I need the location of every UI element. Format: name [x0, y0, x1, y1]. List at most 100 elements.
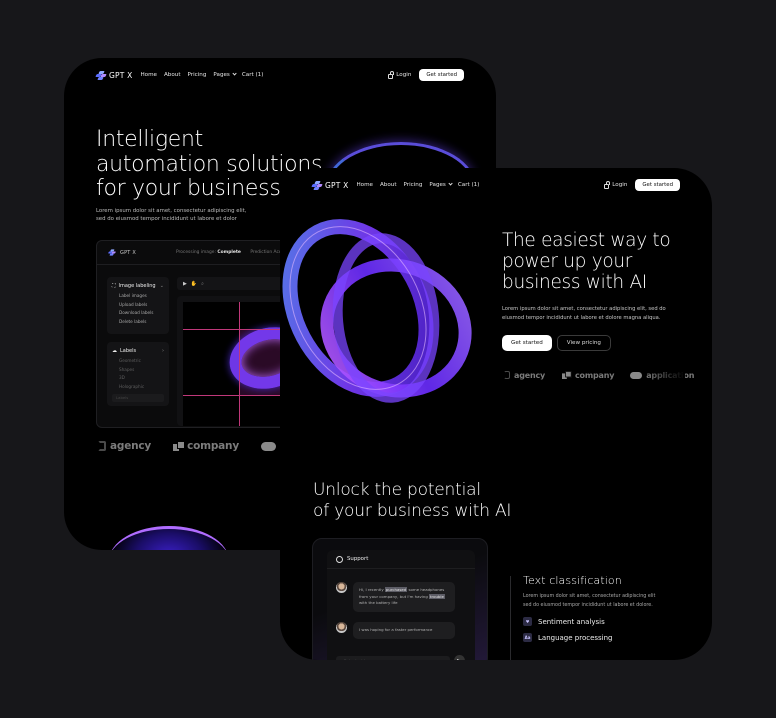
- highlighted-word: purchased: [384, 587, 408, 592]
- avatar: [336, 582, 347, 593]
- chat-bubble-icon: [336, 555, 343, 563]
- hero-get-started-button[interactable]: Get started: [502, 335, 552, 351]
- hero-section: The easiest way to power up your busines…: [502, 230, 680, 351]
- label-item[interactable]: Holographic: [112, 383, 164, 392]
- get-started-button[interactable]: Get started: [419, 69, 464, 81]
- hero-subtitle: Lorem ipsum dolor sit amet, consectetur …: [96, 207, 246, 223]
- nav-link-about[interactable]: About: [380, 182, 397, 188]
- partner-logo-company: company: [173, 440, 239, 452]
- login-label: Login: [396, 72, 412, 78]
- company-logo-icon: [173, 441, 186, 451]
- login-link[interactable]: Login: [388, 71, 412, 79]
- label-item[interactable]: Geometric: [112, 357, 164, 366]
- feature-text-classification: Text classification Lorem ipsum dolor si…: [523, 574, 693, 642]
- panel-title: Image labeling: [118, 283, 156, 289]
- brand-name: GPT X: [325, 180, 349, 190]
- hand-icon[interactable]: ✋: [191, 281, 197, 287]
- heart-icon: ♥: [523, 617, 532, 626]
- cloud-logo-icon: [630, 371, 643, 379]
- logo-mark-icon: [311, 180, 323, 190]
- partner-name: company: [575, 370, 615, 380]
- menu-item-download-labels[interactable]: Download labels: [112, 309, 164, 318]
- nav-link-pricing[interactable]: Pricing: [404, 182, 423, 188]
- top-nav: GPT X Home About Pricing Pages Cart (1) …: [311, 178, 680, 192]
- hero-cta-row: Get started View pricing: [502, 335, 680, 351]
- label-item[interactable]: 3D: [112, 374, 164, 383]
- logo-fade-overlay: [645, 363, 685, 385]
- panel-header[interactable]: ⛶ Image labeling ⌄: [112, 283, 164, 289]
- panel-header[interactable]: ☁ Labels ›: [112, 348, 164, 354]
- text-size-icon: Aa: [523, 633, 532, 642]
- nav-link-cart[interactable]: Cart (1): [458, 182, 480, 188]
- status-label: Processing image:: [175, 250, 216, 255]
- chat-message: I was hoping for a faster performance: [336, 622, 455, 639]
- nav-link-pages[interactable]: Pages: [213, 71, 237, 78]
- chevron-down-icon: [232, 71, 237, 76]
- feature-item-label: Sentiment analysis: [538, 617, 605, 626]
- section-title-line: of your business with AI: [313, 500, 512, 521]
- get-started-button[interactable]: Get started: [635, 179, 680, 191]
- hero-title-line: power up your: [502, 251, 633, 272]
- chat-header: Support: [327, 550, 475, 569]
- feature-description: Lorem ipsum dolor sit amet, consectetur …: [523, 593, 693, 610]
- feature-item-sentiment: ♥ Sentiment analysis: [523, 617, 693, 626]
- zoom-icon[interactable]: ⌕: [201, 281, 204, 287]
- brand-logo[interactable]: GPT X: [95, 70, 133, 80]
- section-title: Unlock the potential of your business wi…: [313, 480, 511, 521]
- nav-link-pages-label: Pages: [213, 72, 230, 78]
- guide-line: [239, 302, 240, 426]
- decorative-orb: [109, 526, 229, 550]
- nav-link-pages[interactable]: Pages: [429, 181, 453, 188]
- brand-logo[interactable]: GPT X: [311, 180, 349, 190]
- top-nav: GPT X Home About Pricing Pages Cart (1) …: [95, 68, 464, 82]
- hero-subtitle-line: Lorem ipsum dolor sit amet, consectetur …: [502, 306, 666, 312]
- partner-name: agency: [514, 370, 546, 380]
- nav-link-pages-label: Pages: [429, 182, 446, 188]
- agency-logo-icon: [98, 441, 106, 451]
- section-title-line: Unlock the potential: [313, 480, 481, 500]
- nav-link-home[interactable]: Home: [356, 182, 373, 188]
- hero-subtitle-line: sed do eiusmod tempor incididunt ut labo…: [96, 216, 237, 222]
- pointer-icon[interactable]: ▶: [183, 281, 187, 287]
- panel-title: Labels: [120, 348, 137, 354]
- hero-title-line: business with AI: [502, 272, 647, 293]
- feature-item-label: Language processing: [538, 633, 613, 642]
- chat-message: Hi, I recently purchased some headphones…: [336, 582, 455, 612]
- chat-input[interactable]: Enter text here...: [336, 656, 450, 660]
- chat-title: Support: [347, 556, 369, 562]
- landing-page-preview-front: GPT X Home About Pricing Pages Cart (1) …: [280, 168, 712, 660]
- hero-subtitle-line: Lorem ipsum dolor sit amet, consectetur …: [96, 208, 247, 214]
- partner-name: agency: [110, 440, 152, 452]
- hero-subtitle-line: eiusmod tempor incididunt ut labore et d…: [502, 314, 661, 321]
- partner-logo-agency: agency: [504, 371, 545, 380]
- dashboard-logo: GPT X: [107, 248, 136, 257]
- lock-icon: [604, 181, 611, 189]
- login-link[interactable]: Login: [604, 181, 627, 189]
- menu-item-label-images[interactable]: Label images: [112, 292, 164, 301]
- message-text: with the battery life: [359, 600, 398, 606]
- hero-title: The easiest way to power up your busines…: [502, 230, 680, 293]
- message-text: some headphones: [407, 587, 445, 592]
- nav-link-home[interactable]: Home: [140, 72, 157, 78]
- nav-link-cart[interactable]: Cart (1): [242, 72, 264, 78]
- view-pricing-button[interactable]: View pricing: [556, 335, 611, 351]
- send-button[interactable]: [454, 655, 465, 660]
- chevron-down-icon: ⌄: [159, 283, 164, 289]
- logo-mark-icon: [95, 70, 107, 80]
- menu-item-delete-labels[interactable]: Delete labels: [112, 318, 164, 327]
- brand-name: GPT X: [109, 70, 133, 80]
- hero-title-line: The easiest way to: [502, 230, 671, 251]
- nav-link-about[interactable]: About: [164, 72, 181, 78]
- hero-title-line: Intelligent: [96, 127, 203, 152]
- support-chat-preview: Support Hi, I recently purchased some he…: [312, 538, 488, 660]
- chevron-icon: ›: [162, 348, 164, 354]
- nav-link-pricing[interactable]: Pricing: [188, 72, 207, 78]
- cloud-icon: ☁: [112, 348, 117, 354]
- label-item[interactable]: Shapes: [112, 366, 164, 375]
- status-value: Complete: [217, 250, 241, 255]
- labels-search-input[interactable]: Labels: [112, 394, 164, 402]
- partner-logos: agency company appl: [98, 440, 305, 452]
- menu-item-upload-labels[interactable]: Upload labels: [112, 301, 164, 310]
- lock-icon: [388, 71, 395, 79]
- feature-description-line: Lorem ipsum dolor sit amet, consectetur …: [523, 594, 656, 599]
